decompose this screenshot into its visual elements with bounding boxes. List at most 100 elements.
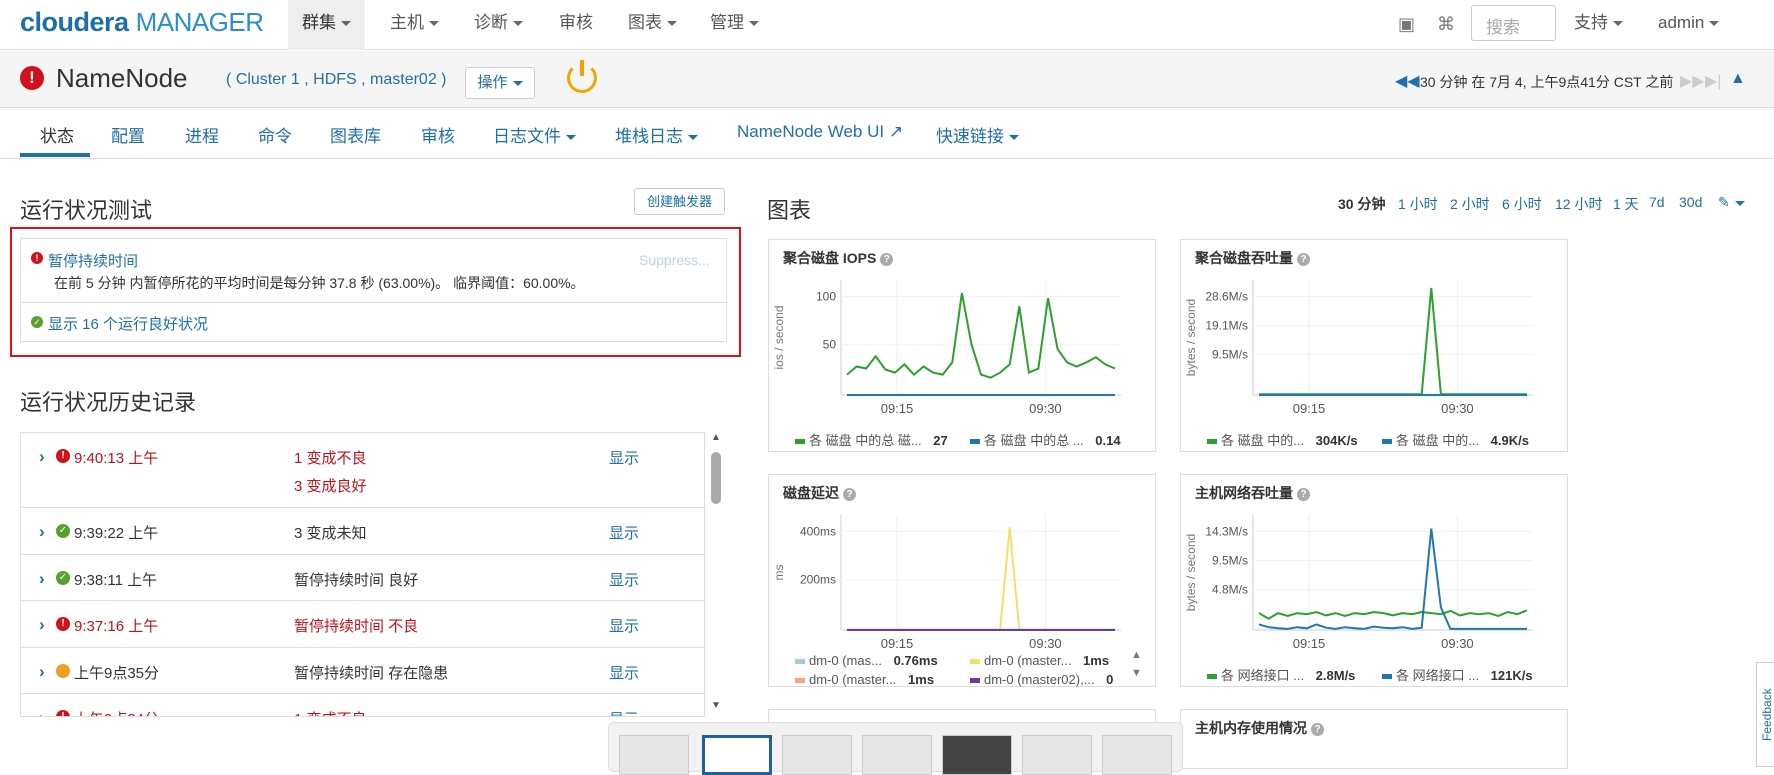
show-details-link[interactable]: 显示 <box>609 447 639 468</box>
legend-item[interactable]: 各 磁盘 中的... 304K/s <box>1207 430 1382 449</box>
nav-charts[interactable]: 图表 <box>614 0 691 50</box>
history-row[interactable]: ›! 上午9点34分 1 变成不良 显示 <box>21 694 704 716</box>
chart-timeline-icon[interactable]: ▲ <box>1730 70 1746 88</box>
nav-diagnostics[interactable]: 诊断 <box>460 0 537 50</box>
health-tests-panel: ! 暂停持续时间 Suppress... 在前 5 分钟 内暂停所花的平均时间是… <box>20 238 727 342</box>
thumbnail[interactable] <box>619 735 689 775</box>
nav-audits[interactable]: 审核 <box>545 0 607 50</box>
history-row[interactable]: › ✓ 9:38:11 上午 暂停持续时间 良好 显示 <box>21 555 704 601</box>
legend-value: 0 <box>1102 672 1114 687</box>
legend-item[interactable]: dm-0 (master... 1ms <box>970 653 1135 668</box>
expand-chevron-icon[interactable]: › <box>39 447 45 467</box>
tab-stack-logs[interactable]: 堆栈日志 <box>615 122 698 147</box>
nav-admin[interactable]: 管理 <box>696 0 773 50</box>
expand-chevron-icon[interactable]: › <box>39 569 45 589</box>
range-2h[interactable]: 2 小时 <box>1450 194 1490 214</box>
search-input[interactable]: 搜索 <box>1471 5 1556 41</box>
legend-scroll-down-icon[interactable]: ▼ <box>1131 667 1142 679</box>
legend-item[interactable]: dm-0 (mas... 0.76ms <box>795 653 970 668</box>
create-trigger-button[interactable]: 创建触发器 <box>634 188 725 215</box>
expand-chevron-icon[interactable]: › <box>39 662 45 682</box>
user-menu[interactable]: admin <box>1644 0 1733 50</box>
warn-status-icon <box>56 664 70 678</box>
tab-quick-links[interactable]: 快速链接 <box>936 122 1019 147</box>
legend-item[interactable]: dm-0 (master... 1ms <box>795 672 970 687</box>
suppress-link[interactable]: Suppress... <box>639 252 710 268</box>
skip-to-now-icon: ▶| <box>1705 73 1722 90</box>
legend-item[interactable]: 各 磁盘 中的总 磁... 27 <box>795 430 970 449</box>
running-commands-icon[interactable]: ⌘ <box>1437 14 1455 35</box>
legend-item[interactable]: 各 磁盘 中的总 ... 0.14 <box>970 430 1135 449</box>
legend-item[interactable]: 各 网络接口 ... 2.8M/s <box>1207 665 1382 684</box>
show-good-tests-link[interactable]: 显示 16 个运行良好状况 <box>48 313 208 334</box>
feedback-tab[interactable]: Feedback <box>1756 662 1774 767</box>
tab-commands[interactable]: 命令 <box>258 122 292 147</box>
history-row[interactable]: › 上午9点35分 暂停持续时间 存在隐患 显示 <box>21 648 704 694</box>
tab-log-files[interactable]: 日志文件 <box>493 122 576 147</box>
actions-button[interactable]: 操作 <box>465 67 535 99</box>
chart-card-memory[interactable]: 主机内存使用情况? <box>1180 709 1568 769</box>
history-row[interactable]: › ✓ 9:39:22 上午 3 变成未知 显示 <box>21 508 704 555</box>
x-tick-label: 09:15 <box>881 636 914 651</box>
expand-chevron-icon[interactable]: › <box>39 708 45 716</box>
history-row[interactable]: ›! 9:40:13 上午 1 变成不良 3 变成良好 显示 <box>21 433 704 508</box>
show-details-link[interactable]: 显示 <box>609 662 639 683</box>
alert-description: 在前 5 分钟 内暂停所花的平均时间是每分钟 37.8 秒 (63.00%)。 … <box>54 275 585 291</box>
range-7d[interactable]: 7d <box>1649 194 1665 210</box>
thumbnail[interactable] <box>862 735 932 775</box>
tab-status[interactable]: 状态 <box>40 122 74 147</box>
range-1h[interactable]: 1 小时 <box>1398 194 1438 214</box>
thumbnail[interactable] <box>942 735 1012 775</box>
show-details-link[interactable]: 显示 <box>609 708 639 716</box>
expand-chevron-icon[interactable]: › <box>39 522 45 542</box>
chart-card-disk-throughput[interactable]: 聚合磁盘吞吐量? 09:15 09:30 28.6M/s 19.1M/s 9.5M/s by… <box>1180 239 1568 452</box>
cloudera-logo[interactable]: cloudera MANAGER <box>20 7 264 38</box>
nav-cluster[interactable]: 群集 <box>288 0 365 50</box>
range-30d[interactable]: 30d <box>1679 194 1702 210</box>
chart-card-disk-iops[interactable]: 聚合磁盘 IOPS? 09:15 09:30 100 50 ios / second 各 磁… <box>768 239 1156 452</box>
service-tabs: 状态 配置 进程 命令 图表库 审核 日志文件 堆栈日志 NameNode We… <box>0 108 1774 159</box>
support-menu[interactable]: 支持 <box>1560 0 1637 50</box>
tab-configuration[interactable]: 配置 <box>111 122 145 147</box>
time-range-text[interactable]: 30 分钟 在 7月 4, 上午9点41分 CST 之前 <box>1420 72 1673 92</box>
legend-item[interactable]: 各 磁盘 中的... 4.9K/s <box>1382 430 1547 449</box>
thumbnail[interactable] <box>1102 735 1172 775</box>
range-1d[interactable]: 1 天 <box>1613 194 1639 214</box>
chart-card-disk-latency[interactable]: 磁盘延迟? 09:15 09:30 400ms 200ms ms dm-0 (mas... … <box>768 474 1156 687</box>
history-row[interactable]: ›! 9:37:16 上午 暂停持续时间 不良 显示 <box>21 601 704 648</box>
nav-hosts[interactable]: 主机 <box>376 0 453 50</box>
alert-title-link[interactable]: 暂停持续时间 <box>48 250 138 271</box>
rewind-icon[interactable]: ◀◀ <box>1395 71 1420 91</box>
expand-chevron-icon[interactable]: › <box>39 615 45 635</box>
show-details-link[interactable]: 显示 <box>609 569 639 590</box>
tab-namenode-web-ui[interactable]: NameNode Web UI ↗ <box>737 122 903 142</box>
legend-swatch <box>1382 674 1392 680</box>
y-tick-label: 400ms <box>800 525 836 539</box>
legend-label: dm-0 (master... <box>984 653 1072 668</box>
legend-swatch <box>795 659 805 665</box>
thumbnail[interactable] <box>1022 735 1092 775</box>
legend-scroll-up-icon[interactable]: ▲ <box>1131 649 1142 661</box>
divider <box>21 302 726 303</box>
tab-chart-library[interactable]: 图表库 <box>330 122 381 147</box>
show-details-link[interactable]: 显示 <box>609 522 639 543</box>
x-tick-label: 09:15 <box>1293 636 1326 651</box>
edit-range-icon[interactable]: ✎ <box>1718 194 1745 211</box>
tab-audits[interactable]: 审核 <box>421 122 455 147</box>
range-12h[interactable]: 12 小时 <box>1555 194 1602 214</box>
tab-processes[interactable]: 进程 <box>185 122 219 147</box>
thumbnail-active[interactable] <box>702 735 772 775</box>
range-30m[interactable]: 30 分钟 <box>1338 194 1385 214</box>
legend-item[interactable]: dm-0 (master02),... 0 <box>970 672 1135 687</box>
chart-card-network-throughput[interactable]: 主机网络吞吐量? 09:15 09:30 14.3M/s 9.5M/s 4.8M/s byt… <box>1180 474 1568 687</box>
history-change: 1 变成不良 <box>294 708 367 716</box>
y-tick-label: 50 <box>823 338 837 352</box>
show-details-link[interactable]: 显示 <box>609 615 639 636</box>
range-6h[interactable]: 6 小时 <box>1502 194 1542 214</box>
legend-item[interactable]: 各 网络接口 ... 121K/s <box>1382 665 1547 684</box>
history-scrollbar[interactable]: ▲ ▼ <box>708 432 724 717</box>
gift-icon[interactable]: ▣ <box>1398 14 1415 35</box>
help-icon[interactable]: ? <box>1311 723 1324 736</box>
service-context[interactable]: ( Cluster 1 , HDFS , master02 ) <box>226 71 447 89</box>
thumbnail[interactable] <box>782 735 852 775</box>
